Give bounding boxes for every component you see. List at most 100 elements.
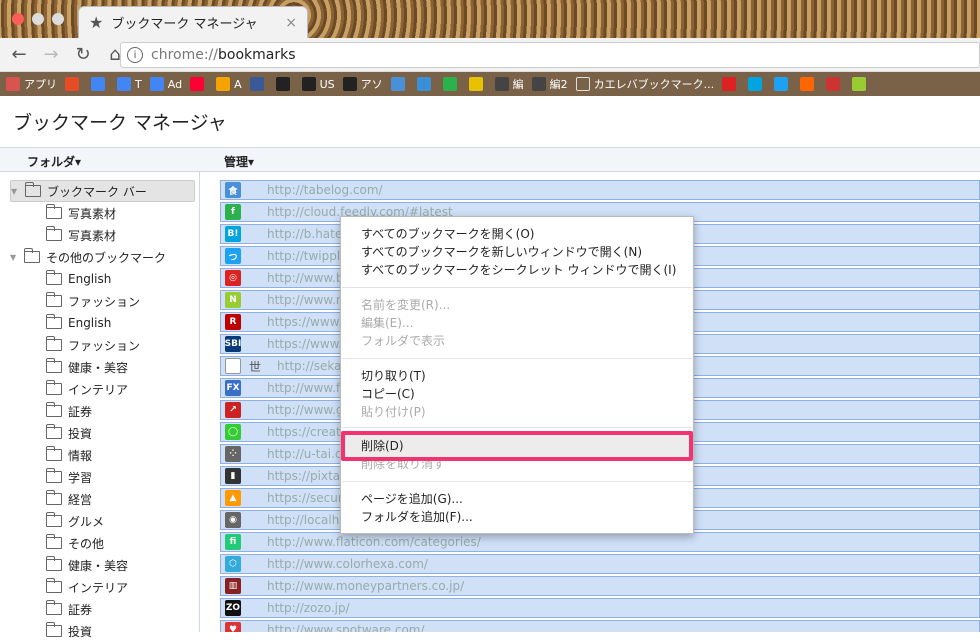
forward-button[interactable]: → bbox=[38, 42, 64, 68]
bookmark-bar-item[interactable] bbox=[249, 77, 268, 91]
bookmark-row[interactable]: fi http://www.flaticon.com/categories/ bbox=[220, 532, 980, 552]
folder-tree-item[interactable]: ▼ その他のブックマーク bbox=[10, 246, 166, 268]
bookmark-bar-item[interactable] bbox=[748, 77, 766, 91]
flaticon-icon: fi bbox=[225, 534, 241, 550]
folder-tree-item[interactable]: 写真素材 bbox=[46, 202, 116, 224]
a8-icon bbox=[722, 77, 737, 91]
tab-close-icon[interactable]: × bbox=[285, 15, 297, 31]
bookmark-bar-label: Ad bbox=[167, 77, 183, 91]
twipple-icon bbox=[774, 77, 789, 91]
close-window-button[interactable] bbox=[12, 13, 24, 25]
bookmark-bar-item[interactable] bbox=[468, 77, 487, 91]
bookmark-bar-label: A bbox=[234, 77, 242, 91]
minimize-window-button[interactable] bbox=[32, 13, 44, 25]
folder-label: グルメ bbox=[68, 514, 105, 529]
address-bar[interactable]: i chrome:// bookmarks bbox=[120, 42, 980, 68]
folder-tree-item[interactable]: 証券 bbox=[46, 400, 92, 422]
menu-rename[interactable]: 名前を変更(R)... bbox=[361, 296, 450, 314]
bookmark-bar-item[interactable]: 編2 bbox=[531, 76, 568, 92]
menu-add-folder[interactable]: フォルダを追加(F)... bbox=[361, 508, 473, 526]
bookmark-url: http://www.ne bbox=[267, 293, 351, 307]
menu-edit[interactable]: 編集(E)... bbox=[361, 314, 413, 332]
bookmark-bar-item[interactable] bbox=[416, 77, 435, 91]
bookmark-bar-item[interactable] bbox=[826, 77, 844, 91]
folder-tree-item[interactable]: その他 bbox=[46, 532, 104, 554]
info-icon[interactable]: i bbox=[127, 47, 143, 63]
folder-tree-item[interactable]: インテリア bbox=[46, 576, 128, 598]
bookmark-bar-item[interactable]: アプリ bbox=[6, 76, 57, 92]
menu-open-all[interactable]: すべてのブックマークを開く(O) bbox=[361, 225, 535, 243]
bookmark-bar-item[interactable]: Ad bbox=[149, 77, 183, 91]
bookmark-bar-item[interactable] bbox=[442, 77, 461, 91]
folder-tree-item[interactable]: 健康・美容 bbox=[46, 356, 128, 378]
bookmark-bar-item[interactable] bbox=[774, 77, 792, 91]
delete-highlight[interactable]: 削除(D) bbox=[341, 431, 693, 461]
folder-tree-item[interactable]: 健康・美容 bbox=[46, 554, 128, 576]
folder-tree-item[interactable]: 経営 bbox=[46, 488, 92, 510]
expand-triangle-icon[interactable]: ▼ bbox=[10, 253, 20, 262]
expand-triangle-icon[interactable]: ▼ bbox=[11, 187, 21, 196]
bookmark-bar-item[interactable] bbox=[852, 77, 870, 91]
menu-cut[interactable]: 切り取り(T) bbox=[361, 367, 426, 385]
window-titlebar: ★ ブックマーク マネージャ × bbox=[0, 0, 980, 38]
folder-tree-item[interactable]: 投資 bbox=[46, 422, 92, 444]
bookmark-bar-item[interactable]: A bbox=[216, 77, 242, 91]
organize-menu-button[interactable]: 管理▾ bbox=[224, 153, 254, 170]
browser-tab[interactable]: ★ ブックマーク マネージャ × bbox=[78, 6, 308, 38]
doc-icon bbox=[575, 77, 590, 91]
cj-icon bbox=[416, 77, 431, 91]
folder-tree-item[interactable]: English bbox=[46, 312, 111, 334]
folder-tree-item[interactable]: 情報 bbox=[46, 444, 92, 466]
menu-divider bbox=[342, 481, 692, 482]
folder-tree-item[interactable]: ファッション bbox=[46, 290, 140, 312]
menu-add-page[interactable]: ページを追加(G)... bbox=[361, 490, 463, 508]
folder-tree-item[interactable]: English bbox=[46, 268, 111, 290]
bookmark-bar-item[interactable] bbox=[275, 77, 294, 91]
n-icon bbox=[852, 77, 867, 91]
pane-splitter[interactable] bbox=[200, 172, 220, 632]
folder-tree-item[interactable]: 証券 bbox=[46, 598, 92, 620]
reload-button[interactable]: ↻ bbox=[70, 42, 96, 68]
folder-icon bbox=[46, 600, 62, 615]
back-button[interactable]: ← bbox=[6, 42, 32, 68]
maximize-window-button[interactable] bbox=[52, 13, 64, 25]
context-menu: すべてのブックマークを開く(O) すべてのブックマークを新しいウィンドウで開く(… bbox=[340, 216, 694, 534]
tab-title: ブックマーク マネージャ bbox=[111, 17, 258, 32]
url-scheme: chrome:// bbox=[151, 47, 218, 63]
bookmark-bar-item[interactable]: T bbox=[117, 77, 142, 91]
bookmark-bar-item[interactable]: 編 bbox=[494, 76, 524, 92]
bookmark-bar-item[interactable]: アソ bbox=[342, 76, 383, 92]
menu-copy[interactable]: コピー(C) bbox=[361, 385, 415, 403]
bookmark-row[interactable]: 食 http://tabelog.com/ bbox=[220, 180, 980, 200]
folder-tree-item[interactable]: 投資 bbox=[46, 620, 92, 642]
bookmark-bar-item[interactable] bbox=[91, 77, 109, 91]
folder-tree-item[interactable]: インテリア bbox=[46, 378, 128, 400]
bookmark-row[interactable]: ZO http://zozo.jp/ bbox=[220, 598, 980, 618]
bookmark-bar-item[interactable]: カエレバブックマーク... bbox=[575, 76, 714, 92]
folder-tree-item[interactable]: グルメ bbox=[46, 510, 104, 532]
menu-open-all-new-window[interactable]: すべてのブックマークを新しいウィンドウで開く(N) bbox=[361, 243, 642, 261]
menu-delete[interactable]: 削除(D) bbox=[361, 437, 404, 455]
folder-tree-item[interactable]: 学習 bbox=[46, 466, 92, 488]
folder-tree-item[interactable]: 写真素材 bbox=[46, 224, 116, 246]
folder-tree-item[interactable]: ファッション bbox=[46, 334, 140, 356]
bookmark-row[interactable]: ♥ http://www.spotware.com/ bbox=[220, 620, 980, 632]
bookmark-bar-item[interactable] bbox=[722, 77, 740, 91]
bookmark-row[interactable]: ▥ http://www.moneypartners.co.jp/ bbox=[220, 576, 980, 596]
folder-label: その他のブックマーク bbox=[46, 250, 167, 265]
bookmark-bar-item[interactable]: US bbox=[301, 77, 335, 91]
menu-show-in-folder[interactable]: フォルダで表示 bbox=[361, 332, 445, 350]
bookmark-bar-label: アプリ bbox=[24, 78, 57, 91]
bookmark-bar-item[interactable] bbox=[390, 77, 409, 91]
bookmark-url: http://sekai- bbox=[277, 359, 350, 373]
fx-icon: FX bbox=[225, 380, 241, 396]
folders-menu-button[interactable]: フォルダ▾ bbox=[27, 153, 81, 170]
bookmark-row[interactable]: ⬡ http://www.colorhexa.com/ bbox=[220, 554, 980, 574]
folder-tree-item[interactable]: ▼ ブックマーク バー bbox=[10, 180, 195, 202]
folder-icon bbox=[46, 556, 62, 571]
bookmark-bar-item[interactable] bbox=[65, 77, 83, 91]
bookmark-bar-item[interactable] bbox=[190, 77, 208, 91]
menu-open-all-incognito[interactable]: すべてのブックマークをシークレット ウィンドウで開く(I) bbox=[361, 261, 676, 279]
menu-paste[interactable]: 貼り付け(P) bbox=[361, 403, 426, 421]
bookmark-bar-item[interactable] bbox=[800, 77, 818, 91]
